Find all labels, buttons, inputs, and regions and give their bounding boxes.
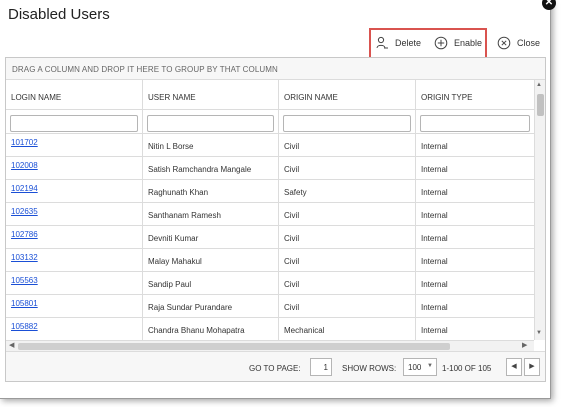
chevron-left-icon: ◀ — [511, 363, 517, 370]
show-rows-label: SHOW ROWS: — [342, 364, 397, 373]
user-name-cell: Raja Sundar Purandare — [143, 295, 279, 318]
close-button[interactable]: Close — [497, 34, 540, 52]
filter-login-input[interactable] — [10, 115, 138, 132]
plus-circle-icon — [434, 36, 448, 50]
origin-type-cell: Internal — [421, 188, 448, 197]
origin-name-cell: Civil — [279, 134, 416, 157]
horizontal-scrollbar[interactable]: ◀ ▶ — [6, 340, 534, 351]
origin-type-cell: Internal — [421, 211, 448, 220]
origin-type-cell: Internal — [421, 234, 448, 243]
login-link[interactable]: 101702 — [6, 134, 143, 157]
filter-row — [6, 110, 534, 134]
chevron-right-icon: ▶ — [529, 363, 535, 370]
login-link[interactable]: 105801 — [6, 295, 143, 318]
filter-origin-input[interactable] — [283, 115, 411, 132]
origin-name-cell: Civil — [279, 249, 416, 272]
origin-type-cell: Internal — [421, 257, 448, 266]
column-header-origin-type[interactable]: ORIGIN TYPE — [416, 80, 534, 110]
origin-name-cell: Safety — [279, 180, 416, 203]
login-link[interactable]: 105882 — [6, 318, 143, 341]
column-header-login[interactable]: LOGIN NAME — [6, 80, 143, 110]
table-row[interactable]: 105801 Raja Sundar Purandare Civil Inter… — [6, 295, 534, 318]
origin-name-cell: Mechanical — [279, 318, 416, 341]
origin-name-cell: Civil — [279, 295, 416, 318]
table-row[interactable]: 102786 Devniti Kumar Civil Internal — [6, 226, 534, 249]
table-row[interactable]: 102008 Satish Ramchandra Mangale Civil I… — [6, 157, 534, 180]
filter-origin-type-input[interactable] — [420, 115, 530, 132]
record-range: 1-100 OF 105 — [442, 364, 492, 373]
page-number-input[interactable]: 1 — [310, 358, 332, 376]
delete-button[interactable]: Delete — [375, 34, 421, 52]
user-name-cell: Santhanam Ramesh — [143, 203, 279, 226]
login-link[interactable]: 102008 — [6, 157, 143, 180]
login-link[interactable]: 102194 — [6, 180, 143, 203]
origin-name-cell: Civil — [279, 226, 416, 249]
x-circle-icon — [497, 36, 511, 50]
go-to-page-label: GO TO PAGE: — [249, 364, 301, 373]
horizontal-scroll-thumb[interactable] — [18, 343, 450, 350]
scroll-up-icon[interactable]: ▲ — [536, 82, 542, 88]
origin-type-cell: Internal — [421, 326, 448, 335]
origin-type-cell: Internal — [421, 303, 448, 312]
users-grid: DRAG A COLUMN AND DROP IT HERE TO GROUP … — [5, 57, 546, 382]
origin-name-cell: Civil — [279, 157, 416, 180]
close-icon[interactable]: ✕ — [542, 0, 556, 10]
enable-label: Enable — [454, 38, 483, 48]
table-row[interactable]: 105882 Chandra Bhanu Mohapatra Mechanica… — [6, 318, 534, 341]
login-link[interactable]: 105563 — [6, 272, 143, 295]
header-row: LOGIN NAME USER NAME ORIGIN NAME ORIGIN … — [6, 80, 534, 110]
user-name-cell: Raghunath Khan — [143, 180, 279, 203]
table-row[interactable]: 105563 Sandip Paul Civil Internal — [6, 272, 534, 295]
login-link[interactable]: 103132 — [6, 249, 143, 272]
table-row[interactable]: 102194 Raghunath Khan Safety Internal — [6, 180, 534, 203]
chevron-down-icon: ▼ — [427, 363, 433, 369]
table-row[interactable]: 103132 Malay Mahakul Civil Internal — [6, 249, 534, 272]
login-link[interactable]: 102635 — [6, 203, 143, 226]
rows-per-page-value: 100 — [408, 363, 422, 372]
vertical-scrollbar[interactable]: ▲ ▼ — [534, 80, 545, 340]
rows-per-page-select[interactable]: 100 ▼ — [403, 358, 437, 376]
disabled-users-dialog: Disabled Users Delete Enable Close DRAG … — [0, 0, 551, 399]
enable-button[interactable]: Enable — [434, 34, 482, 52]
origin-type-cell: Internal — [421, 142, 448, 151]
delete-label: Delete — [395, 38, 422, 48]
user-name-cell: Malay Mahakul — [143, 249, 279, 272]
origin-type-cell: Internal — [421, 165, 448, 174]
pager: GO TO PAGE: 1 SHOW ROWS: 100 ▼ 1-100 OF … — [6, 351, 545, 381]
origin-name-cell: Civil — [279, 203, 416, 226]
user-name-cell: Sandip Paul — [143, 272, 279, 295]
user-name-cell: Satish Ramchandra Mangale — [143, 157, 279, 180]
user-name-cell: Nitin L Borse — [143, 134, 279, 157]
login-link[interactable]: 102786 — [6, 226, 143, 249]
previous-page-button[interactable]: ◀ — [506, 358, 522, 376]
user-name-cell: Chandra Bhanu Mohapatra — [143, 318, 279, 341]
scroll-left-icon[interactable]: ◀ — [9, 341, 14, 349]
vertical-scroll-thumb[interactable] — [537, 94, 544, 116]
dialog-title: Disabled Users — [8, 6, 110, 23]
group-by-bar[interactable]: DRAG A COLUMN AND DROP IT HERE TO GROUP … — [6, 58, 545, 80]
scroll-right-icon[interactable]: ▶ — [522, 341, 527, 349]
delete-user-icon — [375, 36, 389, 50]
filter-user-input[interactable] — [147, 115, 274, 132]
next-page-button[interactable]: ▶ — [524, 358, 540, 376]
user-name-cell: Devniti Kumar — [143, 226, 279, 249]
column-header-origin[interactable]: ORIGIN NAME — [279, 80, 416, 110]
table-row[interactable]: 102635 Santhanam Ramesh Civil Internal — [6, 203, 534, 226]
scroll-down-icon[interactable]: ▼ — [536, 330, 542, 336]
close-label: Close — [517, 38, 541, 48]
origin-type-cell: Internal — [421, 280, 448, 289]
origin-name-cell: Civil — [279, 272, 416, 295]
column-header-user[interactable]: USER NAME — [143, 80, 279, 110]
table-row[interactable]: 101702 Nitin L Borse Civil Internal — [6, 134, 534, 157]
